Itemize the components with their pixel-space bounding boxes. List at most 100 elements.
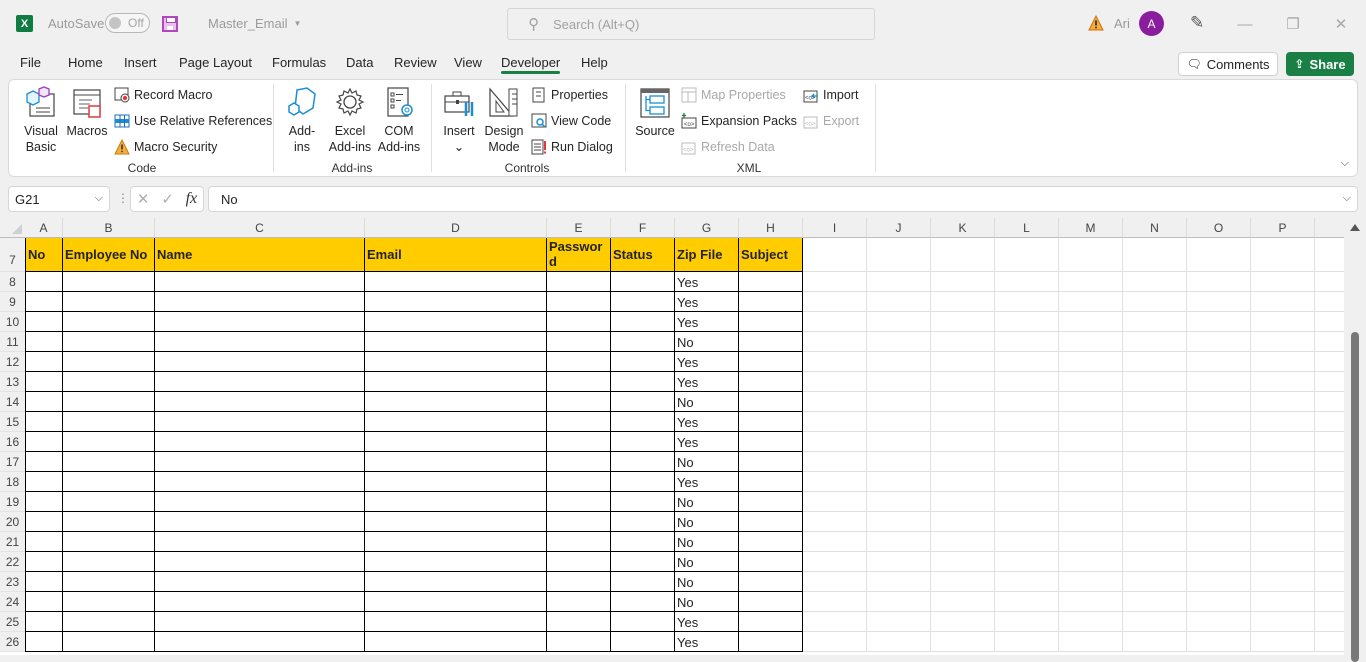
cell[interactable] — [25, 432, 63, 452]
tab-view[interactable]: View — [454, 55, 482, 70]
cell[interactable] — [1251, 452, 1315, 472]
cell[interactable] — [739, 592, 803, 612]
cell[interactable] — [1059, 452, 1123, 472]
cell[interactable] — [995, 552, 1059, 572]
cell[interactable] — [155, 312, 365, 332]
column-header[interactable]: L — [995, 218, 1059, 238]
design-mode-button[interactable]: Design Mode — [483, 86, 525, 155]
cell[interactable] — [155, 452, 365, 472]
cell[interactable] — [1251, 512, 1315, 532]
row-header[interactable]: 25 — [0, 612, 25, 632]
cell[interactable] — [611, 432, 675, 452]
record-macro-button[interactable]: Record Macro — [114, 87, 213, 103]
cell[interactable] — [1251, 492, 1315, 512]
column-header[interactable]: D — [365, 218, 547, 238]
cell[interactable] — [547, 392, 611, 412]
cell[interactable] — [995, 332, 1059, 352]
tab-data[interactable]: Data — [346, 55, 373, 70]
column-header[interactable] — [1315, 218, 1344, 238]
cell[interactable] — [1315, 512, 1344, 532]
cell[interactable] — [931, 612, 995, 632]
cell[interactable] — [1187, 292, 1251, 312]
cell[interactable] — [739, 432, 803, 452]
cell[interactable] — [365, 472, 547, 492]
cell[interactable] — [1123, 592, 1187, 612]
tab-developer[interactable]: Developer — [501, 55, 561, 74]
worksheet-grid[interactable]: A B C D E F G H I J K L M N O P 7 No Employee No Name Email P… — [0, 218, 1344, 655]
insert-function-icon[interactable]: fx — [186, 190, 198, 208]
cell[interactable] — [25, 472, 63, 492]
cell[interactable] — [803, 552, 867, 572]
cell[interactable] — [365, 392, 547, 412]
cell[interactable] — [803, 592, 867, 612]
cell[interactable] — [25, 532, 63, 552]
cell[interactable] — [1059, 272, 1123, 292]
cell[interactable] — [803, 472, 867, 492]
cell[interactable] — [155, 632, 365, 652]
cell[interactable] — [803, 392, 867, 412]
cell[interactable] — [867, 492, 931, 512]
cell[interactable] — [1251, 472, 1315, 492]
cell[interactable] — [547, 492, 611, 512]
cell[interactable] — [867, 552, 931, 572]
cell[interactable] — [611, 572, 675, 592]
cell[interactable] — [1123, 352, 1187, 372]
cell[interactable] — [611, 292, 675, 312]
view-code-button[interactable]: View Code — [531, 113, 611, 129]
cell[interactable] — [1059, 552, 1123, 572]
cell[interactable] — [611, 532, 675, 552]
tab-review[interactable]: Review — [394, 55, 437, 70]
comments-button[interactable]: 🗨 Comments — [1178, 52, 1278, 76]
row-header[interactable]: 19 — [0, 492, 25, 512]
cell[interactable] — [931, 432, 995, 452]
zip-file-cell[interactable]: Yes — [675, 612, 739, 632]
cell[interactable] — [611, 412, 675, 432]
cell[interactable] — [155, 532, 365, 552]
cell[interactable] — [1187, 632, 1251, 652]
tab-formulas[interactable]: Formulas — [272, 55, 326, 70]
cell[interactable] — [25, 332, 63, 352]
cell[interactable] — [931, 532, 995, 552]
row-header[interactable]: 10 — [0, 312, 25, 332]
cell[interactable] — [1251, 292, 1315, 312]
zip-file-cell[interactable]: No — [675, 512, 739, 532]
cell[interactable] — [365, 372, 547, 392]
cell[interactable] — [995, 632, 1059, 652]
zip-file-cell[interactable]: No — [675, 452, 739, 472]
cell[interactable] — [1251, 352, 1315, 372]
cell[interactable] — [931, 272, 995, 292]
cell[interactable] — [25, 572, 63, 592]
cell[interactable] — [547, 272, 611, 292]
cell[interactable] — [63, 312, 155, 332]
xml-source-button[interactable]: Source — [635, 86, 675, 139]
cell[interactable] — [155, 332, 365, 352]
cell[interactable] — [25, 452, 63, 472]
cell[interactable] — [1059, 532, 1123, 552]
cell[interactable] — [547, 572, 611, 592]
cell[interactable] — [1187, 272, 1251, 292]
zip-file-cell[interactable]: No — [675, 572, 739, 592]
row-header[interactable]: 7 — [0, 238, 25, 272]
row-header[interactable]: 22 — [0, 552, 25, 572]
cell[interactable] — [1123, 532, 1187, 552]
zip-file-cell[interactable]: Yes — [675, 312, 739, 332]
warning-icon[interactable] — [1088, 15, 1104, 31]
expand-formula-bar-icon[interactable]: ⌵ — [1343, 192, 1351, 205]
cell[interactable] — [1123, 392, 1187, 412]
cell[interactable] — [867, 592, 931, 612]
cell[interactable] — [611, 312, 675, 332]
cell[interactable] — [1059, 512, 1123, 532]
cell[interactable] — [63, 292, 155, 312]
cell[interactable] — [1251, 572, 1315, 592]
zip-file-cell[interactable]: Yes — [675, 472, 739, 492]
cell[interactable] — [365, 592, 547, 612]
cell[interactable] — [739, 452, 803, 472]
cell[interactable] — [63, 452, 155, 472]
cell[interactable] — [867, 352, 931, 372]
row-header[interactable]: 15 — [0, 412, 25, 432]
cell[interactable] — [547, 472, 611, 492]
tab-file[interactable]: File — [20, 55, 41, 70]
cell[interactable] — [547, 452, 611, 472]
column-header[interactable]: F — [611, 218, 675, 238]
cell[interactable] — [995, 492, 1059, 512]
